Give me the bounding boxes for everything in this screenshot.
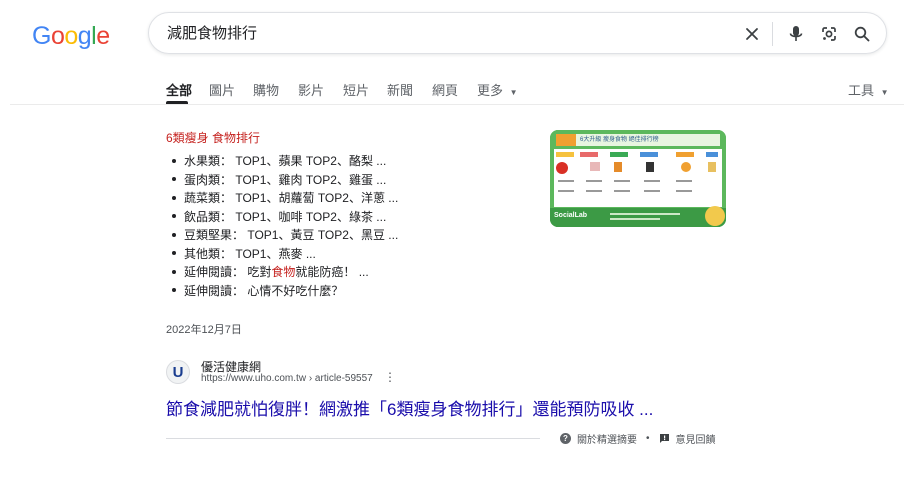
- logo-letter: o: [64, 22, 78, 50]
- featured-title-prefix: 6類瘦身: [166, 131, 209, 145]
- snippet-date: 2022年12月7日: [166, 324, 242, 336]
- tab-images[interactable]: 圖片: [209, 80, 235, 99]
- tab-more[interactable]: 更多 ▼: [477, 80, 518, 99]
- search-icon[interactable]: [851, 23, 873, 45]
- tabs-divider: [10, 104, 904, 105]
- list-item: 延伸閱讀： 心情不好吃什麼？: [166, 282, 398, 301]
- tab-news[interactable]: 新聞: [387, 80, 413, 99]
- caret-down-icon: ▼: [880, 88, 889, 97]
- tab-shopping[interactable]: 購物: [253, 80, 279, 99]
- search-box: [148, 12, 887, 54]
- list-item: 豆類堅果： TOP1、黃豆 TOP2、黑豆 ...: [166, 226, 398, 245]
- list-item: 延伸閱讀： 吃對食物就能防癌！ ...: [166, 263, 398, 282]
- logo-letter: g: [77, 22, 92, 50]
- microphone-icon[interactable]: [785, 23, 807, 45]
- site-favicon: U: [166, 360, 190, 384]
- tools-label: 工具: [848, 83, 875, 98]
- list-item: 水果類： TOP1、蘋果 TOP2、酪梨 ...: [166, 152, 398, 171]
- feedback-label: 意見回饋: [675, 435, 716, 446]
- footer-separator: •: [646, 433, 650, 444]
- result-title-link[interactable]: 節食減肥就怕復胖！網激推「6類瘦身食物排行」還能預防吸收 ...: [166, 395, 653, 420]
- footer-divider: [166, 438, 540, 439]
- feedback-link[interactable]: 意見回饋: [659, 431, 716, 446]
- tab-all[interactable]: 全部: [166, 80, 192, 99]
- logo-letter: G: [32, 22, 51, 50]
- featured-title-highlight: 食物排行: [212, 131, 261, 145]
- list-item: 飲品類： TOP1、咖啡 TOP2、綠茶 ...: [166, 208, 398, 227]
- site-url: https://www.uho.com.tw › article-59557: [201, 373, 373, 384]
- list-item: 其他類： TOP1、燕麥 ...: [166, 245, 398, 264]
- tab-videos[interactable]: 影片: [298, 80, 324, 99]
- feedback-icon: [659, 434, 669, 443]
- tab-more-label: 更多: [477, 83, 504, 98]
- thumbnail-title-text: 6大升級 瘦身食物 絕佳排行榜: [580, 137, 659, 143]
- logo-letter: e: [96, 22, 110, 50]
- logo-letter: o: [50, 22, 65, 50]
- google-logo[interactable]: Google: [32, 22, 110, 51]
- thumbnail-brand-text: SocialLab: [554, 212, 588, 219]
- google-lens-icon[interactable]: [818, 23, 840, 45]
- featured-footer: ? 關於精選摘要 • 意見回饋: [560, 431, 716, 446]
- about-featured-snippets-link[interactable]: ? 關於精選摘要: [560, 431, 637, 446]
- divider: [772, 22, 773, 46]
- featured-snippet-title: 6類瘦身 食物排行: [166, 129, 260, 146]
- list-item: 蔬菜類： TOP1、胡蘿蔔 TOP2、洋蔥 ...: [166, 189, 398, 208]
- more-options-icon[interactable]: ⋮: [384, 370, 396, 384]
- featured-snippet-list: 水果類： TOP1、蘋果 TOP2、酪梨 ... 蛋肉類： TOP1、雞肉 TO…: [166, 152, 398, 300]
- featured-thumbnail-image[interactable]: 6大升級 瘦身食物 絕佳排行榜 SocialLab: [550, 130, 726, 227]
- about-label: 關於精選摘要: [577, 435, 637, 446]
- tools-button[interactable]: 工具 ▼: [848, 80, 889, 99]
- tab-short-videos[interactable]: 短片: [343, 80, 369, 99]
- clear-icon[interactable]: [741, 23, 763, 45]
- search-input[interactable]: [167, 24, 707, 41]
- list-item: 蛋肉類： TOP1、雞肉 TOP2、雞蛋 ...: [166, 171, 398, 190]
- caret-down-icon: ▼: [509, 88, 518, 97]
- help-icon: ?: [560, 433, 571, 444]
- tab-web[interactable]: 網頁: [432, 80, 458, 99]
